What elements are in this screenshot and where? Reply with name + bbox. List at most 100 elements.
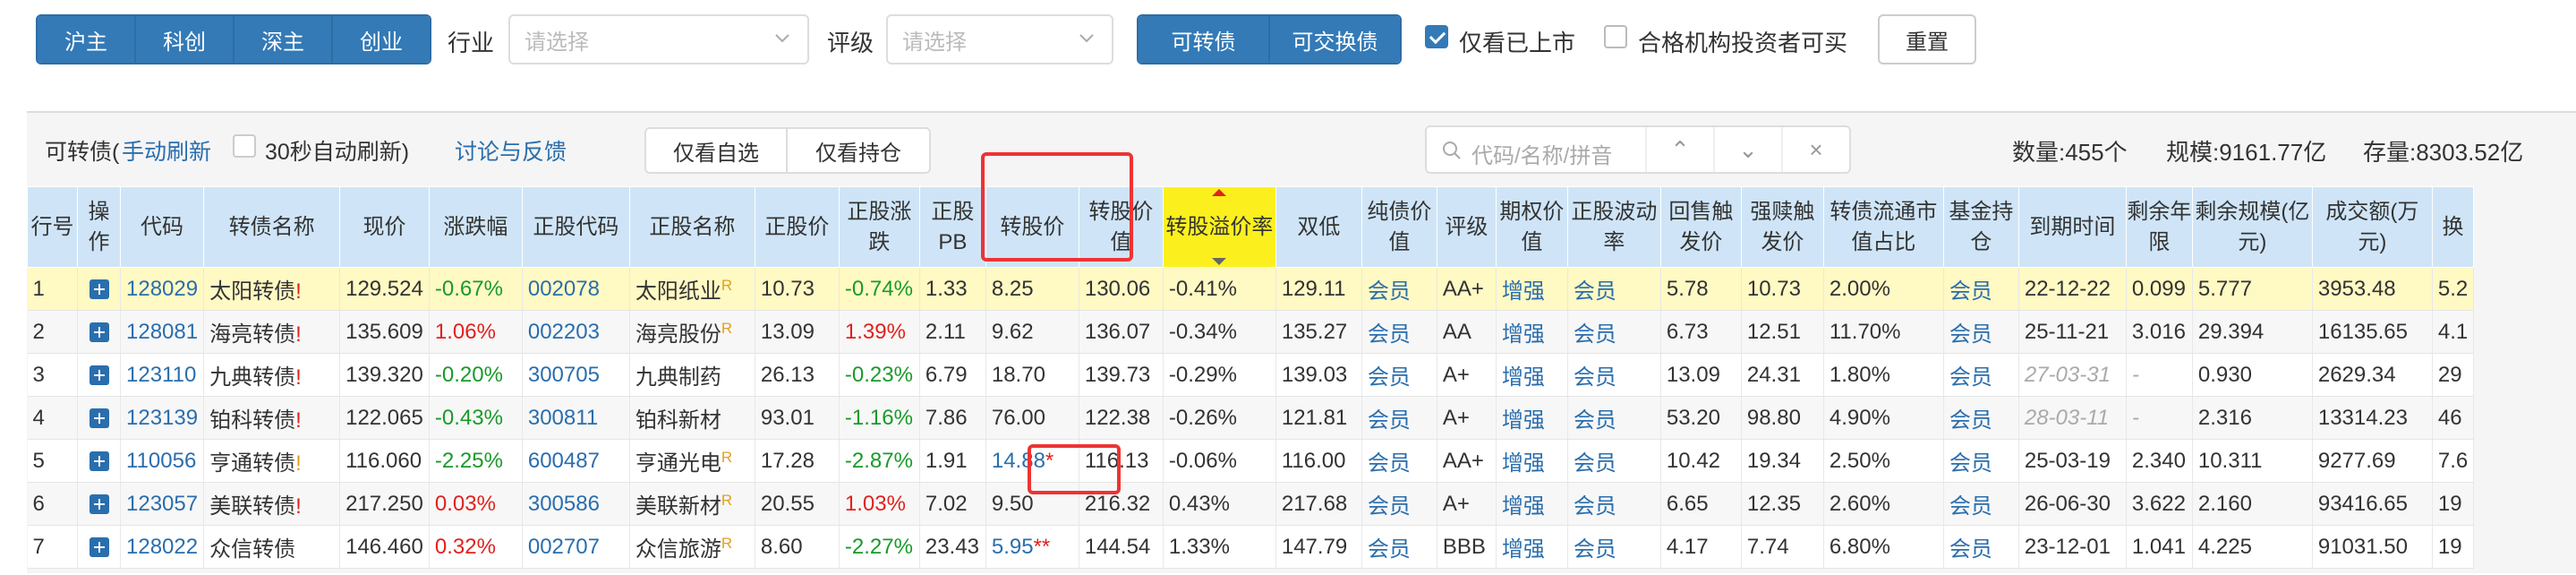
cell-vol-text[interactable]: 会员 [1574, 537, 1616, 562]
cell-fund[interactable]: 会员 [1943, 310, 2019, 354]
cell-option[interactable]: 增强 [1496, 439, 1568, 483]
tab-exchangeable[interactable]: 可交换债 [1270, 16, 1400, 63]
column-header[interactable]: 到期时间 [2017, 186, 2127, 268]
cell-stock-code[interactable]: 600487 [522, 439, 630, 483]
market-tab-sz-main[interactable]: 深主 [235, 16, 333, 63]
cell-bond_value-text[interactable]: 会员 [1368, 537, 1411, 562]
cell-code-text[interactable]: 128029 [126, 277, 198, 301]
cell-fund-text[interactable]: 会员 [1949, 537, 1992, 562]
column-header[interactable]: 正股涨跌 [838, 186, 920, 268]
qualified-investor-checkbox[interactable] [1604, 25, 1627, 48]
column-header[interactable]: 代码 [119, 186, 205, 268]
cell-vol-text[interactable]: 会员 [1574, 494, 1616, 519]
table-row[interactable]: 2 128081 海亮转债! 135.609 1.06% 002203 海亮股份R 13.09… [27, 310, 2475, 354]
cell-vol[interactable]: 会员 [1567, 353, 1661, 397]
column-header[interactable]: 基金持仓 [1942, 186, 2019, 268]
sort-asc-icon[interactable] [1212, 189, 1227, 196]
feedback-link[interactable]: 讨论与反馈 [455, 134, 567, 167]
only-listed-checkbox[interactable] [1425, 25, 1448, 48]
cell-stock-code[interactable]: 002707 [522, 525, 630, 569]
add-watchlist-icon[interactable] [89, 494, 109, 515]
auto-refresh-checkbox[interactable] [233, 134, 256, 158]
cell-code[interactable]: 110056 [120, 439, 205, 483]
table-row[interactable]: 7 128022 众信转债 146.460 0.32% 002707 众信旅游R 8.60 -2… [27, 525, 2475, 569]
cell-bond_value-text[interactable]: 会员 [1368, 279, 1411, 304]
column-header[interactable]: 强赎触发价 [1740, 186, 1824, 268]
column-header[interactable]: 正股名称 [628, 186, 755, 268]
cell-option-text[interactable]: 增强 [1502, 279, 1545, 304]
column-header[interactable]: 纯债价值 [1361, 186, 1437, 268]
cell-stock-code[interactable]: 300586 [522, 482, 630, 526]
cell-vol-text[interactable]: 会员 [1574, 322, 1616, 347]
table-row[interactable]: 5 110056 亨通转债! 116.060 -2.25% 600487 亨通光电R 17.2… [27, 439, 2475, 483]
cell-option-text[interactable]: 增强 [1502, 408, 1545, 433]
reset-button[interactable]: 重置 [1878, 14, 1976, 64]
cell-fund-text[interactable]: 会员 [1949, 451, 1992, 476]
cell-fund[interactable]: 会员 [1943, 482, 2019, 526]
cell-fund-text[interactable]: 会员 [1949, 279, 1992, 304]
cell-stock-code-text[interactable]: 300811 [528, 406, 598, 430]
cell-code[interactable]: 128029 [120, 267, 205, 311]
add-watchlist-icon[interactable] [89, 365, 109, 386]
column-header[interactable]: 回售触发价 [1659, 186, 1742, 268]
cell-option-text[interactable]: 增强 [1502, 365, 1545, 390]
add-watchlist-icon[interactable] [89, 537, 109, 558]
cell-bond_value-text[interactable]: 会员 [1368, 451, 1411, 476]
cell-fund[interactable]: 会员 [1943, 267, 2019, 311]
column-header[interactable]: 现价 [339, 186, 430, 268]
table-row[interactable]: 3 123110 九典转债! 139.320 -0.20% 300705 九典制药 26.13… [27, 353, 2475, 397]
only-holdings-button[interactable]: 仅看持仓 [786, 127, 931, 174]
cell-fund-text[interactable]: 会员 [1949, 365, 1992, 390]
cell-bond_value[interactable]: 会员 [1361, 396, 1437, 440]
cell-stock-code[interactable]: 002078 [522, 267, 630, 311]
cell-vol[interactable]: 会员 [1567, 310, 1661, 354]
cell-vol[interactable]: 会员 [1567, 525, 1661, 569]
table-row[interactable]: 6 123057 美联转债! 217.250 0.03% 300586 美联新材R 20.55… [27, 482, 2475, 526]
column-header[interactable]: 操作 [77, 186, 121, 268]
sort-desc-icon[interactable] [1212, 258, 1227, 265]
prev-match-icon[interactable]: ⌃ [1645, 127, 1713, 172]
cell-option-text[interactable]: 增强 [1502, 494, 1545, 519]
cell-code-text[interactable]: 110056 [126, 449, 196, 473]
cell-stock-code-text[interactable]: 600487 [528, 449, 600, 473]
column-header[interactable]: 转股溢价率 [1162, 186, 1276, 268]
cell-code-text[interactable]: 123139 [126, 406, 198, 430]
cell-option[interactable]: 增强 [1496, 482, 1568, 526]
cell-option-text[interactable]: 增强 [1502, 537, 1545, 562]
cell-stock-code-text[interactable]: 002078 [528, 277, 600, 301]
tab-convertible[interactable]: 可转债 [1139, 16, 1270, 63]
cell-vol-text[interactable]: 会员 [1574, 365, 1616, 390]
add-watchlist-icon[interactable] [89, 408, 109, 429]
cell-code[interactable]: 123110 [120, 353, 205, 397]
column-header[interactable]: 评级 [1436, 186, 1497, 268]
column-header[interactable]: 涨跌幅 [428, 186, 523, 268]
cell-code-text[interactable]: 123110 [126, 363, 196, 387]
cell-stock-code-text[interactable]: 002707 [528, 535, 600, 559]
cell-option[interactable]: 增强 [1496, 310, 1568, 354]
market-tab-sh-main[interactable]: 沪主 [38, 16, 136, 63]
cell-code-text[interactable]: 123057 [126, 492, 198, 516]
cell-vol[interactable]: 会员 [1567, 439, 1661, 483]
column-header[interactable]: 换 [2431, 186, 2475, 268]
cell-stock-code-text[interactable]: 300586 [528, 492, 600, 516]
cell-vol-text[interactable]: 会员 [1574, 408, 1616, 433]
cell-stock-code-text[interactable]: 002203 [528, 320, 600, 344]
market-tab-chinext[interactable]: 创业 [333, 16, 430, 63]
only-watchlist-button[interactable]: 仅看自选 [644, 127, 788, 174]
cell-code[interactable]: 123057 [120, 482, 205, 526]
column-header[interactable]: 成交额(万元) [2311, 186, 2433, 268]
cell-stock-code-text[interactable]: 300705 [528, 363, 600, 387]
cell-option-text[interactable]: 增强 [1502, 322, 1545, 347]
market-tab-star[interactable]: 科创 [136, 16, 235, 63]
cell-bond_value-text[interactable]: 会员 [1368, 408, 1411, 433]
cell-fund[interactable]: 会员 [1943, 353, 2019, 397]
cell-code[interactable]: 128081 [120, 310, 205, 354]
column-header[interactable]: 期权价值 [1495, 186, 1568, 268]
cell-bond_value[interactable]: 会员 [1361, 353, 1437, 397]
cell-fund-text[interactable]: 会员 [1949, 408, 1992, 433]
cell-vol[interactable]: 会员 [1567, 482, 1661, 526]
manual-refresh-link[interactable]: 手动刷新 [122, 134, 211, 167]
cell-vol-text[interactable]: 会员 [1574, 279, 1616, 304]
cell-option[interactable]: 增强 [1496, 525, 1568, 569]
next-match-icon[interactable]: ⌄ [1713, 127, 1781, 172]
